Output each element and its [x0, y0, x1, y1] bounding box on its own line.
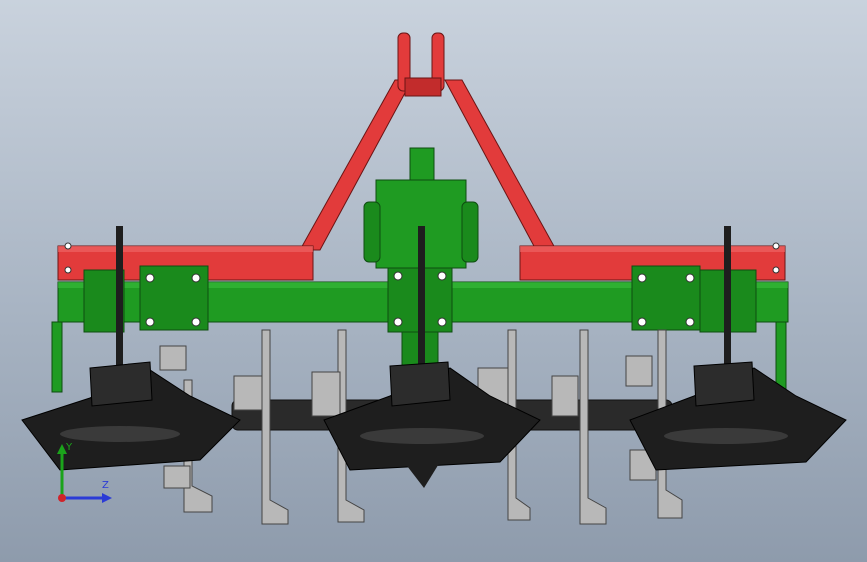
z-axis-arrowhead-icon: [102, 493, 112, 503]
coordinate-triad: Y Z: [50, 440, 120, 510]
x-axis-dot-icon: [58, 494, 66, 502]
cultivator-model[interactable]: [0, 0, 867, 562]
z-axis-label: Z: [102, 480, 109, 491]
y-axis-label: Y: [66, 442, 73, 453]
cad-viewport[interactable]: Y Z: [0, 0, 867, 562]
